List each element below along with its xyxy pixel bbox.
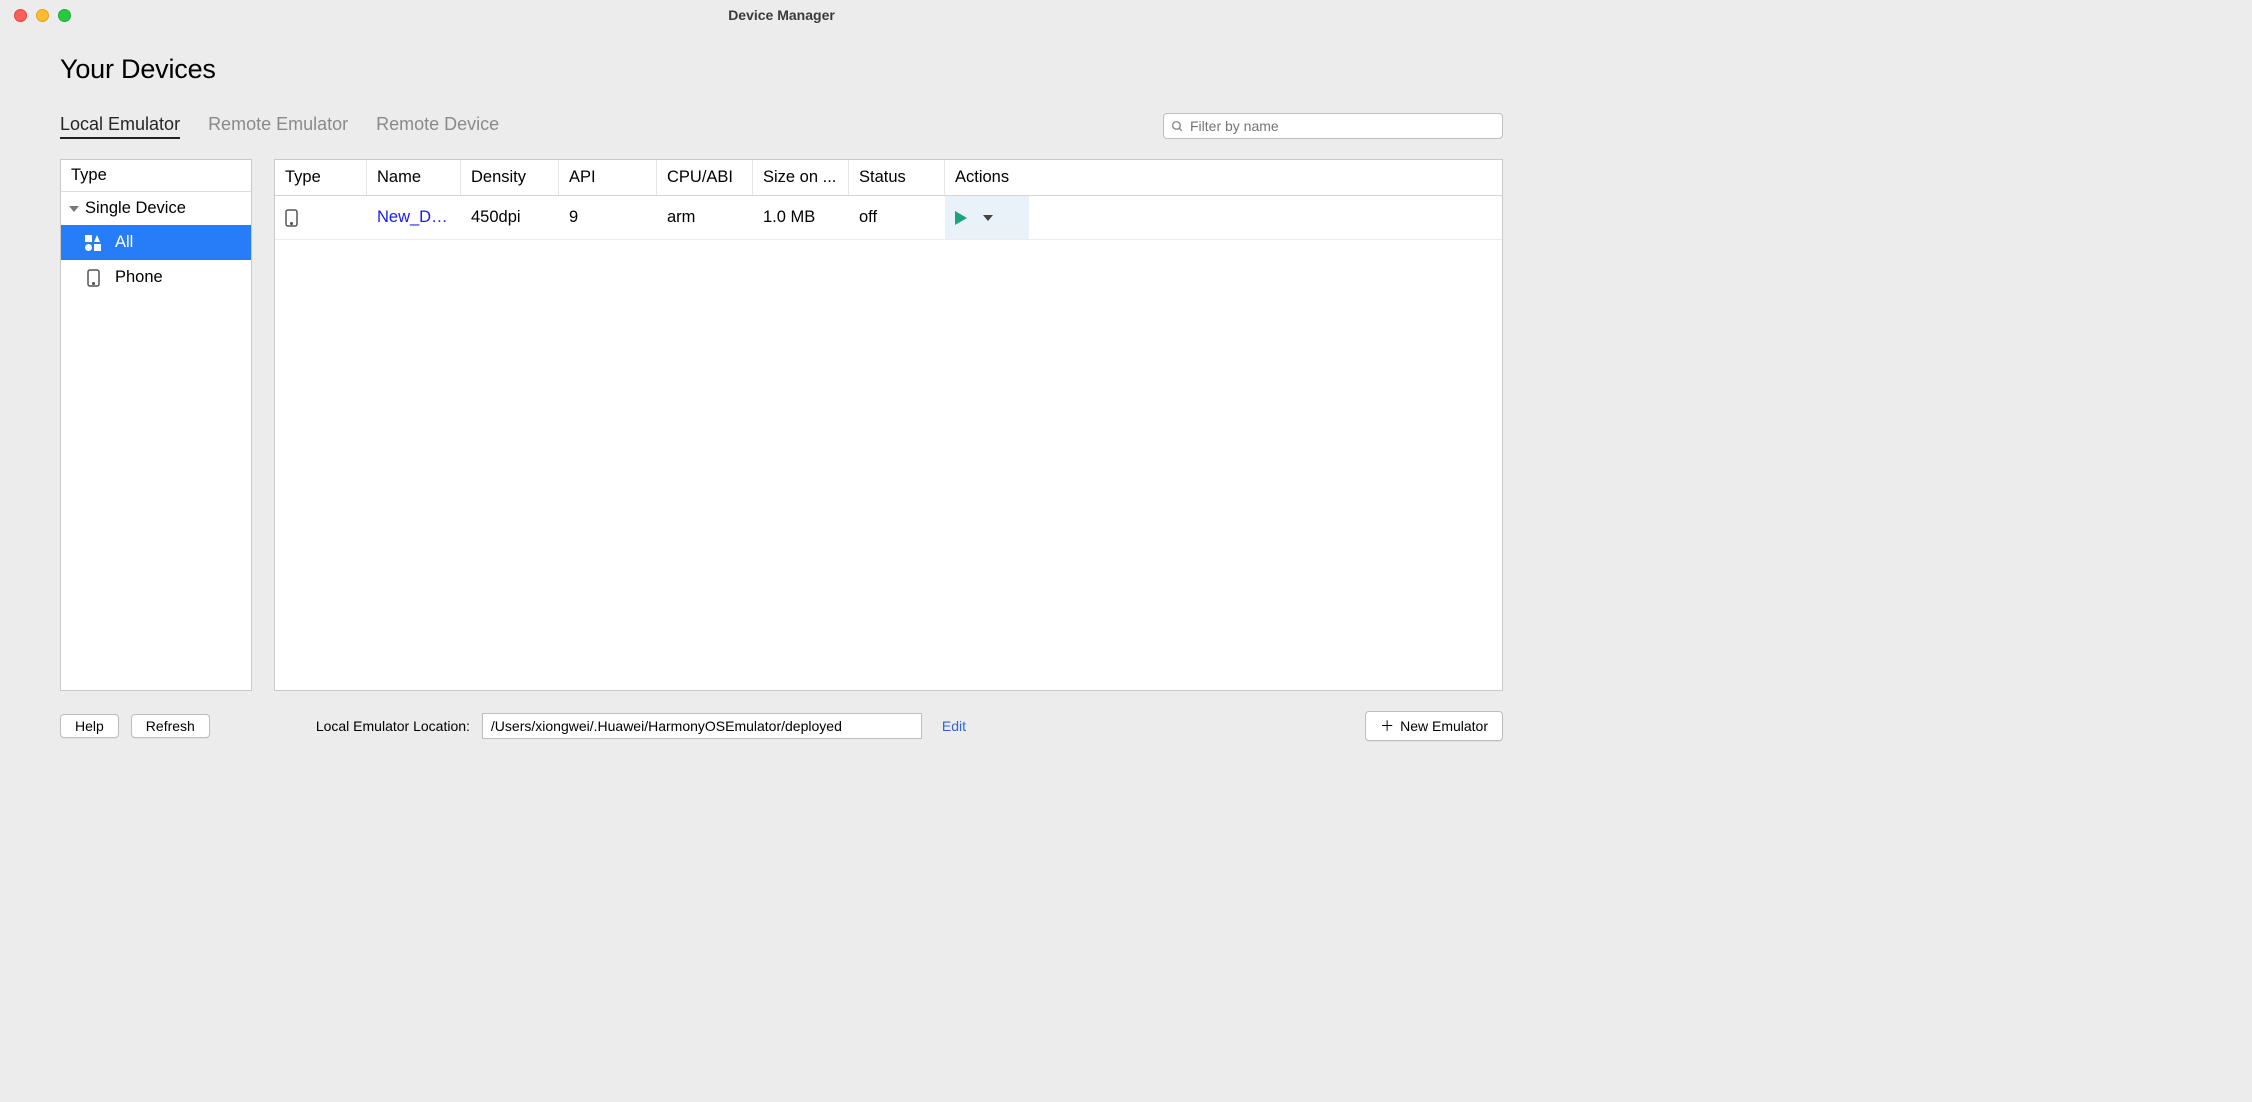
sidebar-item-label: All	[115, 233, 133, 252]
page-title: Your Devices	[60, 54, 1503, 85]
cell-status: off	[849, 196, 945, 239]
tab-remote-device[interactable]: Remote Device	[376, 114, 499, 139]
body-row: Type Single Device All	[60, 159, 1503, 691]
col-size[interactable]: Size on ...	[753, 160, 849, 195]
edit-location-link[interactable]: Edit	[942, 718, 966, 734]
cell-size: 1.0 MB	[753, 196, 849, 239]
refresh-button[interactable]: Refresh	[131, 714, 210, 738]
window-title: Device Manager	[728, 7, 835, 23]
tabs: Local Emulator Remote Emulator Remote De…	[60, 114, 1163, 139]
col-name[interactable]: Name	[367, 160, 461, 195]
chevron-down-icon	[69, 206, 79, 212]
col-type[interactable]: Type	[275, 160, 367, 195]
col-actions[interactable]: Actions	[945, 160, 1029, 195]
col-density[interactable]: Density	[461, 160, 559, 195]
filter-input[interactable]	[1190, 118, 1495, 134]
devices-table: Type Name Density API CPU/ABI Size on ..…	[274, 159, 1503, 691]
plus-icon: ＋	[1380, 716, 1394, 736]
sidebar-item-label: Phone	[115, 268, 163, 287]
location-label: Local Emulator Location:	[316, 718, 470, 734]
chevron-down-icon[interactable]	[983, 215, 993, 221]
tab-local-emulator[interactable]: Local Emulator	[60, 114, 180, 139]
sidebar-item-phone[interactable]: Phone	[61, 260, 251, 295]
titlebar: Device Manager	[0, 0, 1563, 30]
sidebar-header: Type	[61, 160, 251, 192]
sidebar-group-label: Single Device	[85, 199, 186, 218]
device-phone-icon	[285, 209, 357, 227]
content-area: Your Devices Local Emulator Remote Emula…	[0, 30, 1563, 765]
window-maximize-button[interactable]	[58, 9, 71, 22]
device-phone-icon	[85, 270, 101, 286]
cell-api: 9	[559, 196, 657, 239]
sidebar: Type Single Device All	[60, 159, 252, 691]
cell-name[interactable]: New_De...	[367, 196, 461, 239]
window-close-button[interactable]	[14, 9, 27, 22]
new-emulator-button[interactable]: ＋ New Emulator	[1365, 711, 1503, 741]
grid-all-icon	[85, 235, 101, 251]
filter-search[interactable]	[1163, 113, 1503, 139]
tab-remote-emulator[interactable]: Remote Emulator	[208, 114, 348, 139]
cell-density: 450dpi	[461, 196, 559, 239]
help-button[interactable]: Help	[60, 714, 119, 738]
new-emulator-label: New Emulator	[1400, 718, 1488, 734]
search-icon	[1171, 120, 1184, 133]
play-icon[interactable]	[955, 211, 967, 225]
col-cpu-abi[interactable]: CPU/ABI	[657, 160, 753, 195]
cell-cpu-abi: arm	[657, 196, 753, 239]
table-row[interactable]: New_De... 450dpi 9 arm 1.0 MB off	[275, 196, 1502, 240]
table-header-row: Type Name Density API CPU/ABI Size on ..…	[275, 160, 1502, 196]
tabs-row: Local Emulator Remote Emulator Remote De…	[60, 113, 1503, 139]
window-minimize-button[interactable]	[36, 9, 49, 22]
traffic-lights	[14, 9, 71, 22]
footer: Help Refresh Local Emulator Location: Ed…	[60, 691, 1503, 741]
cell-actions	[945, 196, 1029, 239]
col-api[interactable]: API	[559, 160, 657, 195]
col-status[interactable]: Status	[849, 160, 945, 195]
window: Device Manager Your Devices Local Emulat…	[0, 0, 1563, 765]
emulator-location-input[interactable]	[482, 713, 922, 739]
sidebar-group-single-device[interactable]: Single Device	[61, 192, 251, 225]
sidebar-item-all[interactable]: All	[61, 225, 251, 260]
cell-type-icon	[275, 197, 367, 239]
